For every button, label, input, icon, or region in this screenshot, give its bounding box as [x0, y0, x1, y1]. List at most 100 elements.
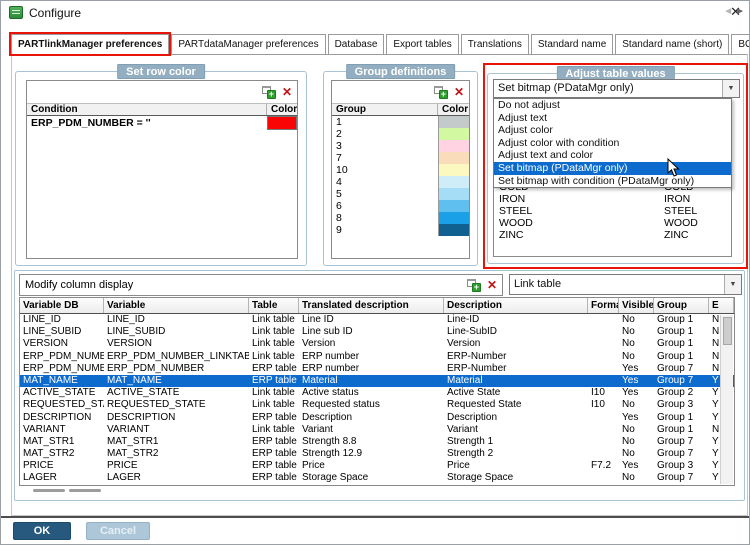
table-cell: ERP number — [299, 351, 444, 363]
tab-standard-name[interactable]: Standard name — [531, 34, 613, 54]
adjust-mode-combobox[interactable]: Set bitmap (PDataMgr only) ▼ — [493, 79, 740, 98]
value-row[interactable]: STEELSTEEL — [494, 205, 731, 217]
group-name: 7 — [332, 152, 438, 164]
column-header-e[interactable]: E — [709, 298, 734, 313]
table-row[interactable]: MAT_NAMEMAT_NAMEERP tableMaterialMateria… — [20, 375, 734, 387]
table-cell: LAGER — [104, 472, 249, 484]
table-cell: Group 1 — [654, 424, 709, 436]
tab-scroll-left-icon[interactable]: ◄ — [723, 6, 733, 17]
color-swatch[interactable] — [438, 188, 469, 200]
delete-column-icon[interactable]: ✕ — [487, 279, 497, 291]
column-header-visible[interactable]: Visible — [619, 298, 654, 313]
color-swatch[interactable] — [438, 200, 469, 212]
add-column-icon[interactable]: + — [467, 279, 481, 292]
column-header-translated-description[interactable]: Translated description — [299, 298, 444, 313]
column-header-group[interactable]: Group — [332, 104, 438, 115]
table-row[interactable]: VARIANTVARIANTLink tableVariantVariantNo… — [20, 424, 734, 436]
column-header-variable[interactable]: Variable — [104, 298, 249, 313]
dropdown-option-adjust-text-and-color[interactable]: Adjust text and color — [494, 149, 731, 162]
group-row[interactable]: 7 — [332, 152, 469, 164]
tab-standard-name-short[interactable]: Standard name (short) — [615, 34, 729, 54]
tab-partlinkmanager-preferences[interactable]: PARTlinkManager preferences — [11, 34, 169, 54]
table-row[interactable]: PRICEPRICEERP tablePricePriceF7.2YesGrou… — [20, 460, 734, 472]
color-swatch[interactable] — [267, 116, 297, 130]
resize-grip[interactable] — [33, 489, 65, 492]
add-condition-icon[interactable]: + — [262, 86, 276, 99]
table-cell: ERP_PDM_NUMBER_LINKTABLE — [104, 351, 249, 363]
value-row[interactable]: IRONIRON — [494, 193, 731, 205]
chevron-down-icon[interactable]: ▼ — [722, 80, 739, 97]
dropdown-option-set-bitmap-pdatamgr-only[interactable]: Set bitmap (PDataMgr only) — [494, 162, 731, 175]
cancel-button[interactable]: Cancel — [86, 522, 150, 540]
chevron-down-icon[interactable]: ▼ — [724, 275, 741, 294]
dropdown-option-do-not-adjust[interactable]: Do not adjust — [494, 99, 731, 112]
tab-partdatamanager-preferences[interactable]: PARTdataManager preferences — [171, 34, 325, 54]
group-row[interactable]: 2 — [332, 128, 469, 140]
column-header-group[interactable]: Group — [654, 298, 709, 313]
tab-export-tables[interactable]: Export tables — [386, 34, 458, 54]
table-row[interactable]: LAGERLAGERERP tableStorage SpaceStorage … — [20, 472, 734, 484]
table-cell: Group 1 — [654, 326, 709, 338]
color-swatch[interactable] — [438, 152, 469, 164]
condition-row[interactable]: ERP_PDM_NUMBER = '' — [27, 116, 297, 130]
table-row[interactable]: MAT_STR2MAT_STR2ERP tableStrength 12.9St… — [20, 448, 734, 460]
color-swatch[interactable] — [438, 212, 469, 224]
group-name: 3 — [332, 140, 438, 152]
delete-condition-icon[interactable]: ✕ — [282, 86, 292, 98]
group-row[interactable]: 1 — [332, 116, 469, 128]
color-swatch[interactable] — [438, 140, 469, 152]
group-row[interactable]: 8 — [332, 212, 469, 224]
table-row[interactable]: MAT_STR1MAT_STR1ERP tableStrength 8.8Str… — [20, 436, 734, 448]
table-cell: No — [619, 326, 654, 338]
tab-translations[interactable]: Translations — [461, 34, 529, 54]
delete-group-icon[interactable]: ✕ — [454, 86, 464, 98]
color-swatch[interactable] — [438, 128, 469, 140]
color-swatch[interactable] — [438, 176, 469, 188]
column-header-format[interactable]: Format — [588, 298, 619, 313]
tab-scroll-right-icon[interactable]: ► — [735, 6, 745, 17]
group-row[interactable]: 4 — [332, 176, 469, 188]
group-row[interactable]: 9 — [332, 224, 469, 236]
value-cell: STEEL — [499, 205, 532, 217]
scrollbar-thumb[interactable] — [723, 317, 732, 345]
resize-grip[interactable] — [69, 489, 101, 492]
group-row[interactable]: 10 — [332, 164, 469, 176]
table-row[interactable]: LINE_SUBIDLINE_SUBIDLink tableLine sub I… — [20, 326, 734, 338]
tab-database[interactable]: Database — [328, 34, 385, 54]
table-cell: Group 1 — [654, 314, 709, 326]
add-group-icon[interactable]: + — [434, 86, 448, 99]
column-header-color[interactable]: Color — [267, 104, 297, 115]
column-header-description[interactable]: Description — [444, 298, 588, 313]
table-cell: ERP_PDM_NUMBER — [20, 363, 104, 375]
dropdown-option-adjust-text[interactable]: Adjust text — [494, 112, 731, 125]
dropdown-option-set-bitmap-with-condition-pdatamgr-only[interactable]: Set bitmap with condition (PDataMgr only… — [494, 175, 731, 188]
group-row[interactable]: 3 — [332, 140, 469, 152]
color-swatch[interactable] — [438, 164, 469, 176]
table-row[interactable]: VERSIONVERSIONLink tableVersionVersionNo… — [20, 338, 734, 350]
column-header-variable-db[interactable]: Variable DB — [20, 298, 104, 313]
color-swatch[interactable] — [438, 116, 469, 128]
color-swatch[interactable] — [438, 224, 469, 236]
group-row[interactable]: 5 — [332, 188, 469, 200]
value-row[interactable]: WOODWOOD — [494, 217, 731, 229]
dropdown-option-adjust-color[interactable]: Adjust color — [494, 124, 731, 137]
vertical-scrollbar[interactable] — [720, 315, 733, 484]
ok-button[interactable]: OK — [13, 522, 71, 540]
table-cell: VERSION — [20, 338, 104, 350]
table-row[interactable]: ERP_PDM_NUMBERERP_PDM_NUMBER_LINKTABLELi… — [20, 351, 734, 363]
table-row[interactable]: LINE_IDLINE_IDLink tableLine IDLine-IDNo… — [20, 314, 734, 326]
table-row[interactable]: ERP_PDM_NUMBERERP_PDM_NUMBERERP tableERP… — [20, 363, 734, 375]
dropdown-option-adjust-color-with-condition[interactable]: Adjust color with condition — [494, 137, 731, 150]
table-row[interactable]: REQUESTED_STATEREQUESTED_STATELink table… — [20, 399, 734, 411]
value-row[interactable]: ZINCZINC — [494, 229, 731, 241]
column-header-color[interactable]: Color — [438, 104, 469, 115]
group-row[interactable]: 6 — [332, 200, 469, 212]
table-filter-combobox[interactable]: Link table ▼ — [509, 274, 742, 295]
tab-bom-name[interactable]: BOM name — [731, 34, 750, 54]
column-header-table[interactable]: Table — [249, 298, 299, 313]
table-cell: LINE_SUBID — [104, 326, 249, 338]
group-name: 6 — [332, 200, 438, 212]
table-row[interactable]: DESCRIPTIONDESCRIPTIONERP tableDescripti… — [20, 412, 734, 424]
table-row[interactable]: ACTIVE_STATEACTIVE_STATELink tableActive… — [20, 387, 734, 399]
column-header-condition[interactable]: Condition — [27, 104, 267, 115]
